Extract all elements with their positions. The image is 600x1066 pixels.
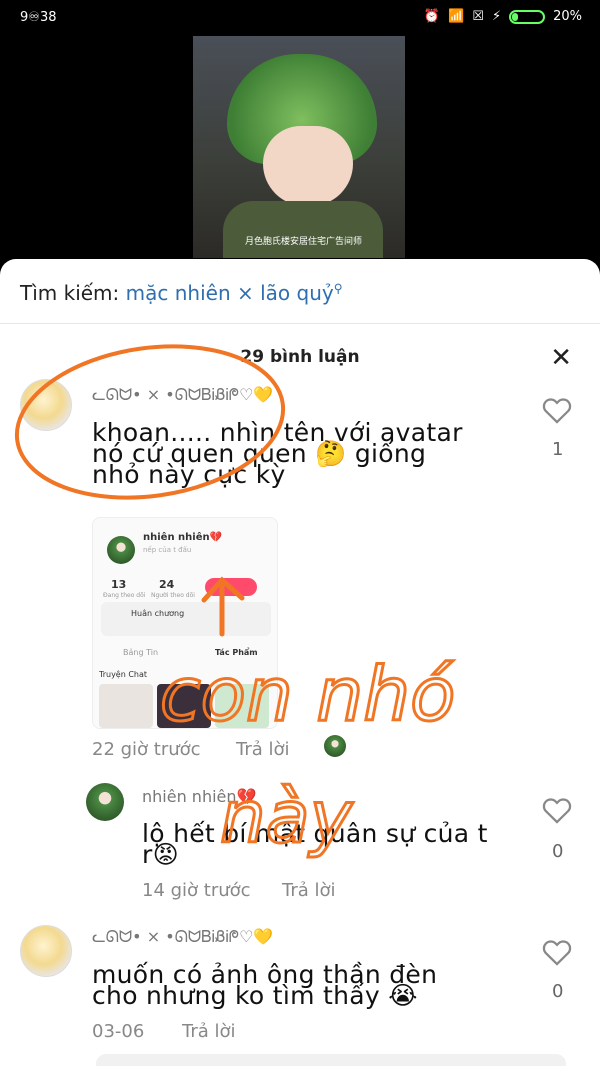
wifi-icon: 📶 [448, 9, 465, 24]
profile-name: nhiên nhiên💔 [143, 532, 223, 543]
avatar[interactable] [20, 379, 72, 431]
comment-username[interactable]: nhiên nhiên💔 [142, 787, 256, 806]
tab-works: Tác Phẩm [215, 648, 258, 657]
medal-box: Huân chương [101, 602, 271, 636]
thumbnail [99, 684, 153, 728]
search-suggestion[interactable]: Tìm kiếm: mặc nhiên × lão quỷ⚲ [20, 281, 343, 305]
like-count: 0 [552, 841, 564, 862]
battery-percent: 20% [553, 9, 582, 24]
like-count: 0 [552, 981, 564, 1002]
comment-username[interactable]: ᓚᘏᗢ• × •ᘏᗢᏴᎥᏰᎥᖘ♡💛 [92, 927, 273, 947]
battery-icon [509, 9, 546, 24]
search-icon[interactable]: ⚲ [334, 281, 343, 295]
close-icon[interactable]: ✕ [550, 345, 572, 371]
status-icons: ⏰ 📶 ☒ ⚡ 20% [424, 9, 582, 24]
video-caption: 月色胞氏楼安居住宅广告间师 [245, 237, 363, 247]
followers-label: Người theo dõi [151, 592, 195, 599]
follow-button [205, 578, 257, 596]
comment-text: lộ hết bí mật quân sự của t r😡 [142, 819, 488, 867]
comment-text-line: lộ hết bí mật quân sự của t [142, 819, 488, 848]
charging-icon: ⚡ [491, 9, 502, 24]
video-player[interactable]: 月色胞氏楼安居住宅广告间师 [193, 36, 405, 258]
following-count: 13 [111, 578, 127, 591]
comment-input[interactable] [96, 1054, 566, 1066]
status-time: 9♾38 [20, 10, 57, 25]
like-count: 1 [552, 439, 564, 460]
comment-text: muốn có ảnh ông thần đèn cho nhưng ko tì… [92, 962, 437, 1010]
like-heart-icon[interactable] [540, 393, 574, 427]
reply-button[interactable]: Trả lời [236, 739, 290, 760]
avatar[interactable] [20, 925, 72, 977]
thumbnail [215, 684, 269, 728]
alarm-icon: ⏰ [423, 9, 441, 24]
comment-time: 22 giờ trước [92, 739, 201, 760]
comment-username[interactable]: ᓚᘏᗢ• × •ᘏᗢᏴᎥᏰᎥᖘ♡💛 [92, 385, 273, 405]
profile-avatar [107, 536, 135, 564]
tab-feed: Bảng Tin [123, 648, 159, 657]
sim-icon: ☒ [472, 9, 484, 24]
status-bar: 9♾38 ⏰ 📶 ☒ ⚡ 20% [0, 0, 600, 36]
comment-input-bar [0, 1046, 600, 1066]
reply-button[interactable]: Trả lời [282, 880, 336, 901]
search-query[interactable]: mặc nhiên × lão quỷ [126, 281, 334, 305]
comments-sheet: Tìm kiếm: mặc nhiên × lão quỷ⚲ 29 bình l… [0, 259, 600, 1066]
character-face [263, 126, 353, 206]
search-prefix: Tìm kiếm: [20, 281, 120, 305]
medal-label: Huân chương [131, 609, 185, 618]
comment-image[interactable]: nhiên nhiên💔 nếp của t đấu 13 Đang theo … [92, 517, 278, 729]
comments-count: 29 bình luận [240, 347, 360, 367]
avatar[interactable] [86, 783, 124, 821]
profile-subtitle: nếp của t đấu [143, 546, 192, 554]
reply-button[interactable]: Trả lời [182, 1021, 236, 1042]
comment-time: 03-06 [92, 1021, 145, 1042]
thumbnail [157, 684, 211, 728]
author-liked-avatar [324, 735, 346, 757]
following-label: Đang theo dõi [103, 592, 146, 599]
divider [0, 323, 600, 324]
like-heart-icon[interactable] [540, 935, 574, 969]
comment-text: khoan..... nhìn tên với avatar nó cứ que… [92, 420, 463, 487]
character-jacket [223, 201, 383, 258]
followers-count: 24 [159, 578, 175, 591]
comment-text-line: cho nhưng ko tìm thấy 😭 [92, 981, 418, 1010]
like-heart-icon[interactable] [540, 793, 574, 827]
section-title: Truyện Chat [99, 670, 148, 679]
comment-time: 14 giờ trước [142, 880, 251, 901]
